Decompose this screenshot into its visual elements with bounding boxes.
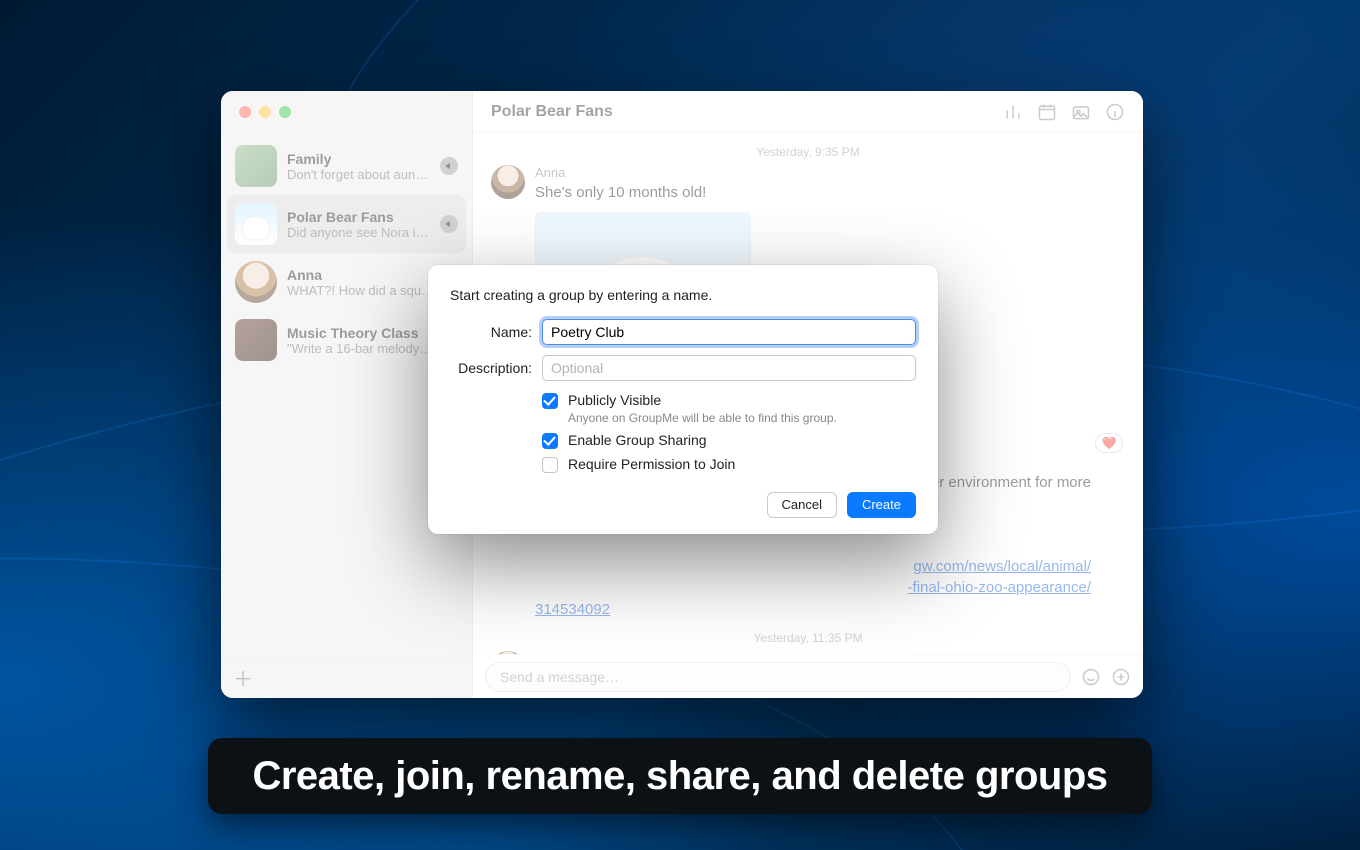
create-button[interactable]: Create — [847, 492, 916, 518]
description-label: Description: — [450, 360, 532, 376]
require-permission-label: Require Permission to Join — [568, 455, 735, 473]
timestamp-separator: Yesterday, 9:35 PM — [491, 145, 1125, 159]
new-chat-button[interactable]: ＋ — [233, 670, 253, 690]
name-label: Name: — [450, 324, 532, 340]
fullscreen-window-icon[interactable] — [279, 106, 291, 118]
promo-caption: Create, join, rename, share, and delete … — [208, 738, 1152, 814]
timestamp-separator: Yesterday, 11:35 PM — [491, 631, 1125, 645]
avatar — [491, 165, 525, 199]
dialog-intro: Start creating a group by entering a nam… — [450, 287, 916, 303]
minimize-window-icon[interactable] — [259, 106, 271, 118]
publicly-visible-checkbox[interactable] — [542, 393, 558, 409]
poll-icon[interactable] — [1003, 102, 1023, 122]
sender-name: Joe — [535, 651, 1125, 654]
publicly-visible-label: Publicly Visible — [568, 391, 661, 409]
message-composer — [473, 654, 1143, 698]
avatar — [235, 319, 277, 361]
message: Joe Yeah! She drew some big crowds in Oh… — [491, 651, 1125, 654]
emoji-icon[interactable] — [1081, 667, 1101, 687]
chat-title: Family — [287, 151, 430, 167]
enable-sharing-label: Enable Group Sharing — [568, 431, 707, 449]
enable-sharing-checkbox[interactable] — [542, 433, 558, 449]
message-text: She's only 10 months old! — [535, 182, 1125, 204]
chat-item-polar-bear-fans[interactable]: Polar Bear Fans Did anyone see Nora i… — [227, 195, 466, 253]
avatar — [235, 261, 277, 303]
reaction-badge[interactable]: ❤️ — [1095, 433, 1123, 453]
message-link-lines[interactable]: gw.com/news/local/animal/ -final-ohio-zo… — [535, 556, 1095, 600]
avatar — [491, 651, 525, 654]
message-link-last[interactable]: 314534092 — [535, 599, 1095, 621]
group-name-input[interactable] — [542, 319, 916, 345]
chat-preview: Don't forget about aun… — [287, 167, 430, 182]
chat-preview: Did anyone see Nora i… — [287, 225, 430, 240]
close-window-icon[interactable] — [239, 106, 251, 118]
avatar — [235, 203, 277, 245]
add-attachment-icon[interactable] — [1111, 667, 1131, 687]
conversation-title: Polar Bear Fans — [491, 103, 989, 121]
publicly-visible-sublabel: Anyone on GroupMe will be able to find t… — [568, 411, 916, 425]
chat-title: Polar Bear Fans — [287, 209, 430, 225]
window-controls — [221, 91, 472, 133]
heart-icon: ❤️ — [1102, 436, 1117, 450]
sender-name: Anna — [535, 165, 1125, 180]
gallery-icon[interactable] — [1071, 102, 1091, 122]
message-input[interactable] — [485, 662, 1071, 692]
muted-icon — [440, 215, 458, 233]
avatar — [235, 145, 277, 187]
sidebar-footer: ＋ — [221, 660, 472, 698]
group-description-input[interactable] — [542, 355, 916, 381]
conversation-header: Polar Bear Fans — [473, 91, 1143, 133]
create-group-dialog: Start creating a group by entering a nam… — [428, 265, 938, 534]
info-icon[interactable] — [1105, 102, 1125, 122]
calendar-icon[interactable] — [1037, 102, 1057, 122]
muted-icon — [440, 157, 458, 175]
cancel-button[interactable]: Cancel — [767, 492, 837, 518]
require-permission-checkbox[interactable] — [542, 457, 558, 473]
chat-item-family[interactable]: Family Don't forget about aun… — [227, 137, 466, 195]
promo-caption-text: Create, join, rename, share, and delete … — [252, 754, 1107, 799]
